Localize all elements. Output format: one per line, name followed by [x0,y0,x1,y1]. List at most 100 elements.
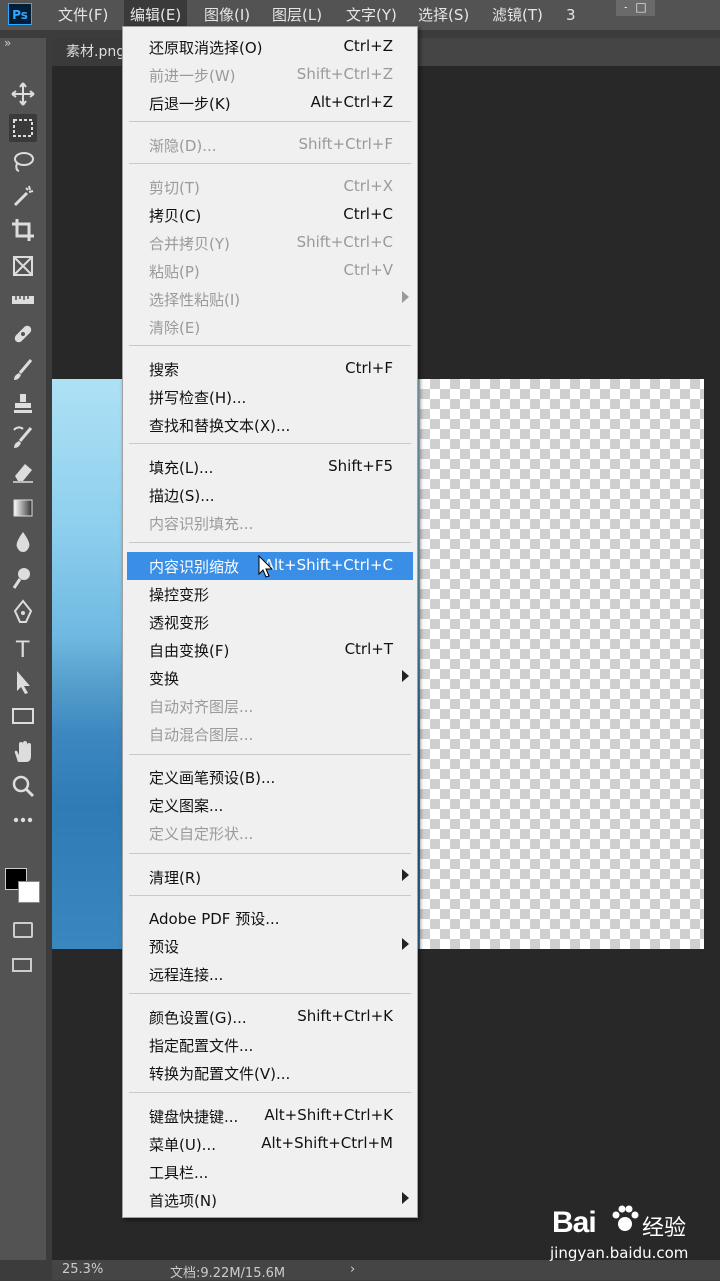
edit-menu-item[interactable]: 颜色设置(G)... Shift+Ctrl+K [127,1003,413,1031]
edit-menu-item: 前进一步(W) Shift+Ctrl+Z [127,61,413,89]
pen-icon[interactable] [9,598,37,626]
edit-menu-item[interactable]: 操控变形 [127,580,413,608]
zoom-level[interactable]: 25.3% [62,1262,103,1277]
edit-menu-item[interactable]: 定义图案... [127,791,413,819]
tools-panel: » T [0,36,46,1260]
document-info: 文档:9.22M/15.6M [170,1266,286,1281]
svg-text:T: T [15,638,30,662]
edit-menu-item[interactable]: 转换为配置文件(V)... [127,1059,413,1087]
frame-icon[interactable] [9,252,37,280]
edit-menu-item[interactable]: 自由变换(F) Ctrl+T [127,636,413,664]
menu-item-label: 自由变换(F) [149,642,230,660]
history-brush-icon[interactable] [9,424,37,452]
menu-separator [129,853,411,854]
healing-icon[interactable] [9,320,37,348]
edit-menu-item[interactable]: 指定配置文件... [127,1031,413,1059]
hand-icon[interactable] [9,738,37,766]
menu-item-label: 远程连接... [149,966,224,984]
edit-menu-item[interactable]: 搜索 Ctrl+F [127,355,413,383]
edit-menu-item[interactable]: 菜单(U)... Alt+Shift+Ctrl+M [127,1130,413,1158]
edit-menu-item[interactable]: 清理(R) [127,863,413,891]
zoom-icon[interactable] [9,772,37,800]
edit-menu-item[interactable]: 后退一步(K) Alt+Ctrl+Z [127,89,413,117]
mouse-cursor-icon [258,555,274,578]
edit-menu-item[interactable]: 拼写检查(H)... [127,383,413,411]
edit-menu-item[interactable]: 描边(S)... [127,481,413,509]
type-icon-glyph: T [15,638,30,662]
gradient-icon-glyph [13,499,33,517]
edit-menu-item[interactable]: 填充(L)... Shift+F5 [127,453,413,481]
menu-item-label: 合并拷贝(Y) [149,235,230,253]
menu-separator [129,1092,411,1093]
background-color-swatch[interactable] [18,881,40,903]
edit-menu-item[interactable]: 远程连接... [127,960,413,988]
stamp-icon[interactable] [9,390,37,418]
move-icon-glyph [11,82,35,106]
healing-icon-glyph [14,325,32,343]
move-icon[interactable] [9,80,37,108]
path-select-icon[interactable] [9,668,37,696]
menu-item-label: 清理(R) [149,869,202,887]
menu-item-label: 透视变形 [149,614,210,632]
edit-menu-item[interactable]: 拷贝(C) Ctrl+C [127,201,413,229]
edit-menu-item[interactable]: 首选项(N) [127,1186,413,1214]
submenu-arrow-icon [402,1192,409,1204]
magic-wand-icon[interactable] [9,182,37,210]
menu-item-label: Adobe PDF 预设... [149,910,280,928]
menu-item-label: 定义图案... [149,797,224,815]
edit-menu-item[interactable]: 定义画笔预设(B)... [127,763,413,791]
crop-icon[interactable] [9,216,37,244]
document-tab[interactable]: 素材.png [52,38,124,66]
menu-item-label: 指定配置文件... [149,1037,254,1055]
watermark-suffix: 经验 [642,1216,687,1241]
menu-item-shortcut: Alt+Shift+Ctrl+M [261,1134,393,1152]
eraser-icon[interactable] [9,458,37,486]
edit-menu-item[interactable]: 查找和替换文本(X)... [127,411,413,439]
menu-7[interactable]: 3 [560,0,582,30]
menu-separator [129,542,411,543]
collapse-toggle[interactable]: » [4,36,11,50]
menu-6[interactable]: 滤镜(T) [486,0,549,30]
lasso-icon[interactable] [9,148,37,176]
quick-mask-icon[interactable] [13,922,33,938]
menu-separator [129,754,411,755]
edit-menu-item[interactable]: 预设 [127,932,413,960]
menu-item-label: 颜色设置(G)... [149,1009,247,1027]
ruler-icon[interactable] [9,286,37,314]
menu-item-label: 预设 [149,938,180,956]
edit-menu-item[interactable]: 工具栏... [127,1158,413,1186]
menu-item-label: 查找和替换文本(X)... [149,417,291,435]
menu-item-label: 粘贴(P) [149,263,200,281]
edit-menu-item[interactable]: 透视变形 [127,608,413,636]
type-icon[interactable]: T [9,634,37,662]
transparent-canvas-area [420,379,704,949]
more-icon[interactable] [9,806,37,834]
zoom-icon-glyph [12,775,35,798]
menu-item-label: 菜单(U)... [149,1136,216,1154]
edit-menu-item[interactable]: 还原取消选择(O) Ctrl+Z [127,33,413,61]
edit-menu-item[interactable]: 键盘快捷键... Alt+Shift+Ctrl+K [127,1102,413,1130]
status-menu-arrow[interactable]: › [350,1262,355,1277]
screen-mode-icon[interactable] [12,958,32,972]
marquee-icon[interactable] [9,114,37,142]
history-brush-icon-glyph [13,426,33,448]
menu-item-label: 首选项(N) [149,1192,217,1210]
menu-0[interactable]: 文件(F) [52,0,114,30]
gradient-icon[interactable] [9,494,37,522]
menu-item-label: 渐隐(D)... [149,137,217,155]
menu-5[interactable]: 选择(S) [412,0,475,30]
watermark-url: jingyan.baidu.com [550,1244,689,1262]
edit-menu-item[interactable]: 变换 [127,664,413,692]
maximize-button[interactable]: □ [627,0,655,16]
menu-item-label: 内容识别缩放 [149,558,240,576]
brush-icon[interactable] [9,356,37,384]
menu-separator [129,121,411,122]
blur-icon[interactable] [9,528,37,556]
rectangle-icon[interactable] [9,702,37,730]
dodge-icon[interactable] [9,564,37,592]
edit-menu-item: 选择性粘贴(I) [127,285,413,313]
menu-item-shortcut: Shift+F5 [328,457,393,475]
edit-menu-item[interactable]: Adobe PDF 预设... [127,904,413,932]
menu-item-label: 选择性粘贴(I) [149,291,241,309]
submenu-arrow-icon [402,291,409,303]
